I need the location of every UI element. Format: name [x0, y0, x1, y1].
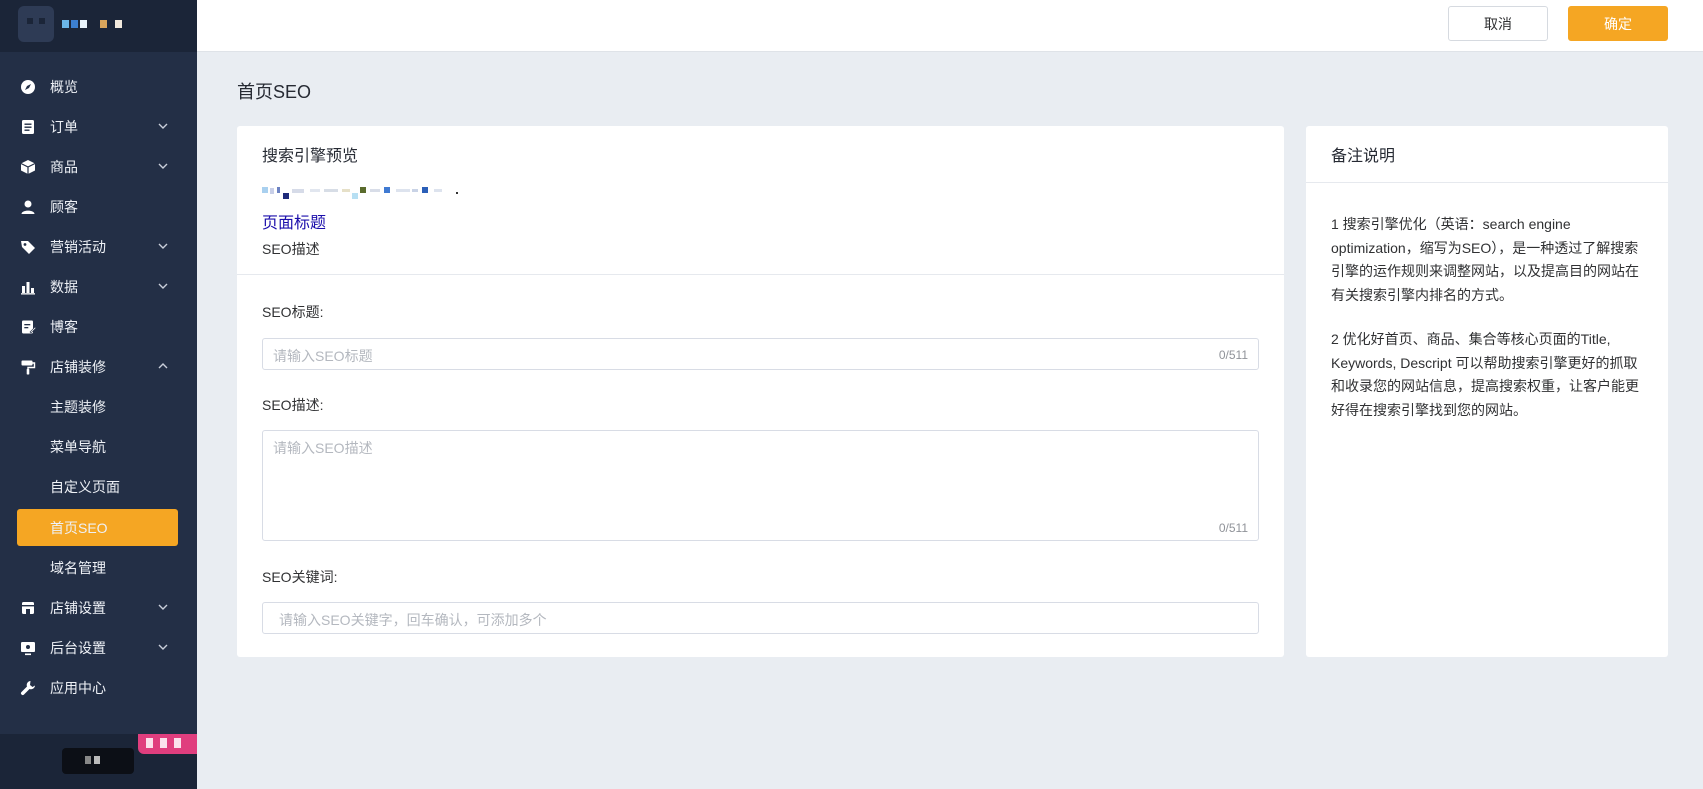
seo-title-label: SEO标题: — [262, 304, 324, 320]
chevron-down-icon — [158, 243, 168, 249]
sidebar: 概览 订单 商品 顾客 营销活动 数据 博客 店铺装修 主题装修 菜单导航 自定… — [0, 0, 197, 789]
page-title: 首页SEO — [237, 82, 312, 102]
sidebar-item-app-center[interactable]: 应用中心 — [0, 668, 197, 708]
sidebar-item-label: 店铺装修 — [50, 359, 106, 375]
sidebar-item-label: 商品 — [50, 159, 78, 175]
user-icon — [20, 199, 36, 215]
sidebar-item-data[interactable]: 数据 — [0, 267, 197, 307]
sidebar-item-blog[interactable]: 博客 — [0, 307, 197, 347]
store-icon — [20, 600, 36, 616]
preview-url-blurred — [262, 184, 482, 200]
top-bar: 取消 确定 — [197, 0, 1703, 52]
search-preview-heading: 搜索引擎预览 — [262, 147, 359, 165]
username-blurred — [85, 756, 100, 764]
wrench-icon — [20, 680, 36, 696]
chevron-down-icon — [158, 163, 168, 169]
sidebar-subitem-menu-nav[interactable]: 菜单导航 — [0, 427, 197, 467]
sidebar-item-label: 数据 — [50, 279, 78, 295]
sidebar-subitem-label: 域名管理 — [50, 560, 106, 576]
seo-form-card: 搜索引擎预览 页面标题 SEO描述 SEO标题: 请输入SEO标题 0/511 — [237, 126, 1284, 657]
sidebar-item-store-settings[interactable]: 店铺设置 — [0, 588, 197, 628]
sidebar-item-label: 顾客 — [50, 199, 78, 215]
sidebar-item-label: 订单 — [50, 119, 78, 135]
confirm-button[interactable]: 确定 — [1568, 6, 1668, 41]
sidebar-item-label: 后台设置 — [50, 640, 106, 656]
sidebar-subitem-home-seo[interactable]: 首页SEO — [17, 509, 178, 546]
logo[interactable] — [0, 0, 197, 52]
compass-icon — [20, 79, 36, 95]
logo-icon — [18, 6, 54, 42]
sidebar-subitem-label: 首页SEO — [50, 519, 108, 536]
sidebar-item-customers[interactable]: 顾客 — [0, 187, 197, 227]
sidebar-subitem-label: 菜单导航 — [50, 439, 106, 455]
order-list-icon — [20, 119, 36, 135]
user-profile[interactable] — [0, 734, 197, 789]
chevron-up-icon — [158, 363, 168, 369]
sidebar-item-label: 店铺设置 — [50, 600, 106, 616]
tag-icon — [20, 239, 36, 255]
divider — [237, 274, 1284, 275]
monitor-icon — [20, 640, 36, 656]
chevron-down-icon — [158, 283, 168, 289]
sidebar-item-label: 应用中心 — [50, 680, 106, 696]
sidebar-item-overview[interactable]: 概览 — [0, 67, 197, 107]
preview-description: SEO描述 — [262, 241, 320, 257]
sidebar-item-orders[interactable]: 订单 — [0, 107, 197, 147]
sidebar-item-products[interactable]: 商品 — [0, 147, 197, 187]
seo-desc-placeholder: 请输入SEO描述 — [273, 440, 373, 456]
seo-title-placeholder: 请输入SEO标题 — [273, 348, 373, 364]
sidebar-subitem-label: 主题装修 — [50, 399, 106, 415]
store-name-blurred — [62, 20, 122, 28]
notes-heading: 备注说明 — [1306, 126, 1668, 183]
notes-paragraph-2: 2 优化好首页、商品、集合等核心页面的Title, Keywords, Desc… — [1331, 331, 1639, 418]
chevron-down-icon — [158, 644, 168, 650]
seo-desc-char-count: 0/511 — [1218, 521, 1248, 535]
sidebar-subitem-label: 自定义页面 — [50, 479, 120, 495]
seo-title-input[interactable]: 请输入SEO标题 0/511 — [262, 338, 1259, 370]
seo-keywords-label: SEO关键词: — [262, 569, 338, 585]
chevron-down-icon — [158, 123, 168, 129]
sidebar-subitem-theme[interactable]: 主题装修 — [0, 387, 197, 427]
sidebar-subitem-custom-page[interactable]: 自定义页面 — [0, 467, 197, 507]
bar-chart-icon — [20, 279, 36, 295]
sidebar-item-label: 营销活动 — [50, 239, 106, 255]
paint-roller-icon — [20, 359, 36, 375]
sidebar-menu: 概览 订单 商品 顾客 营销活动 数据 博客 店铺装修 主题装修 菜单导航 自定… — [0, 67, 197, 708]
sidebar-item-admin-settings[interactable]: 后台设置 — [0, 628, 197, 668]
seo-desc-textarea[interactable]: 请输入SEO描述 0/511 — [262, 430, 1259, 541]
sidebar-item-label: 概览 — [50, 79, 78, 95]
notes-paragraph-1: 1 搜索引擎优化（英语：search engine optimization，缩… — [1331, 216, 1639, 303]
sidebar-item-label: 博客 — [50, 319, 78, 335]
sidebar-item-marketing[interactable]: 营销活动 — [0, 227, 197, 267]
seo-desc-label: SEO描述: — [262, 397, 324, 413]
sidebar-subitem-domain[interactable]: 域名管理 — [0, 548, 197, 588]
edit-doc-icon — [20, 319, 36, 335]
seo-keywords-input[interactable]: 请输入SEO关键字，回车确认，可添加多个 — [262, 602, 1259, 634]
sidebar-item-store-design[interactable]: 店铺装修 — [0, 347, 197, 387]
preview-page-title: 页面标题 — [262, 215, 327, 232]
box-icon — [20, 159, 36, 175]
notification-badge — [138, 734, 197, 754]
notes-card: 备注说明 1 搜索引擎优化（英语：search engine optimizat… — [1306, 126, 1668, 657]
seo-keywords-placeholder: 请输入SEO关键字，回车确认，可添加多个 — [279, 612, 547, 628]
chevron-down-icon — [158, 604, 168, 610]
seo-title-char-count: 0/511 — [1218, 348, 1248, 362]
cancel-button[interactable]: 取消 — [1448, 6, 1548, 41]
